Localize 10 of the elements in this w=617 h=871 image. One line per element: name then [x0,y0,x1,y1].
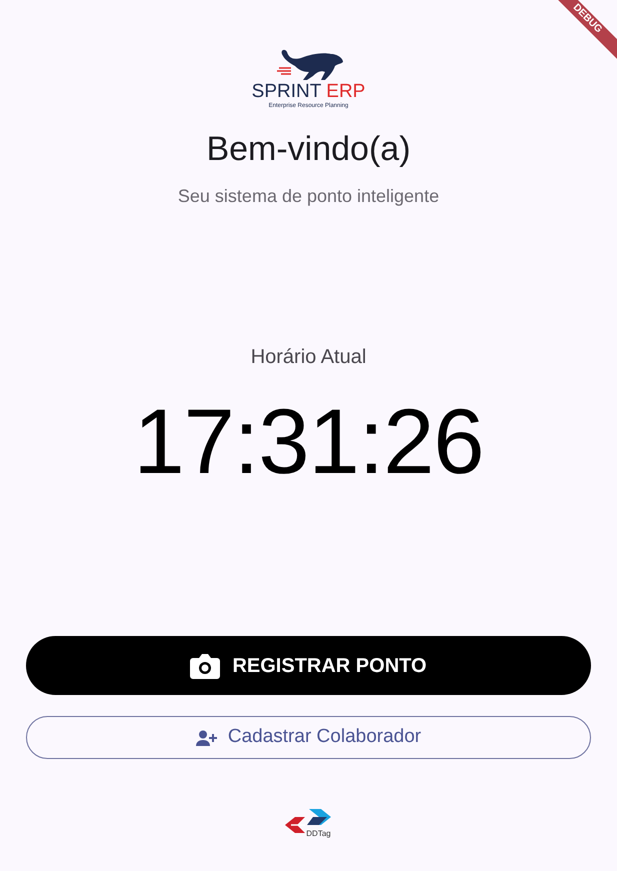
add-person-icon [196,730,218,746]
clock-time: 17:31:26 [133,396,484,488]
camera-icon [190,652,220,678]
welcome-title: Bem-vindo(a) [206,129,411,170]
register-employee-button[interactable]: Cadastrar Colaborador [26,716,591,759]
clock-label: Horário Atual [250,345,366,370]
logo-text: SPRINT ERP [252,82,366,102]
register-button[interactable]: REGISTRAR PONTO [26,636,591,695]
footer-logo-text: DDTag [306,829,331,838]
subtitle: Seu sistema de ponto inteligente [178,185,440,208]
